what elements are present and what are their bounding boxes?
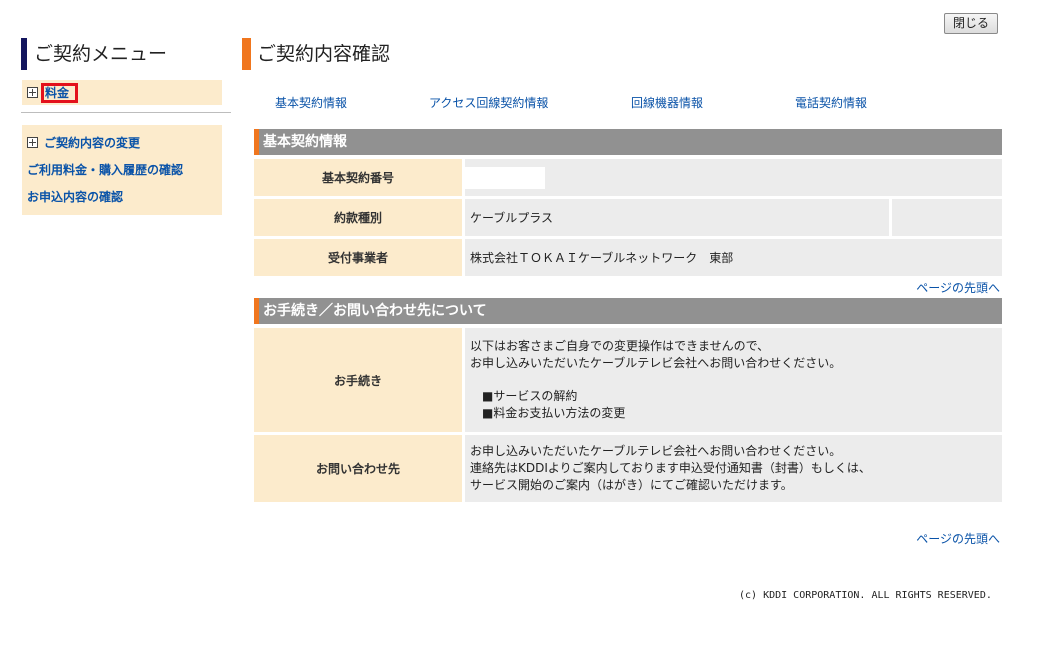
procedure-text: 以下はお客さまご自身での変更操作はできませんので、 お申し込みいただいたケーブル… bbox=[470, 338, 1002, 422]
procedure-bullet: ■サービスの解約 bbox=[482, 389, 578, 403]
table-row: 約款種別 ケーブルプラス bbox=[254, 199, 1002, 239]
sidebar-item-application-check[interactable]: お申込内容の確認 bbox=[22, 183, 222, 210]
contract-number-field bbox=[465, 166, 545, 189]
sidebar-divider bbox=[21, 112, 231, 113]
main-content: ご契約内容確認 基本契約情報 アクセス回線契約情報 回線機器情報 電話契約情報 … bbox=[242, 38, 1002, 546]
fee-highlight-box: 料金 bbox=[41, 82, 79, 103]
tab-basic-contract[interactable]: 基本契約情報 bbox=[275, 94, 347, 111]
sidebar-item-fee-label[interactable]: 料金 bbox=[45, 83, 69, 103]
procedure-line: 以下はお客さまご自身での変更操作はできませんので、 bbox=[470, 339, 770, 353]
back-to-top-link[interactable]: ページの先頭へ bbox=[916, 530, 1000, 547]
contact-line: 連絡先はKDDIよりご案内しております申込受付通知書（封書）もしくは、 bbox=[470, 461, 871, 475]
contact-text: お申し込みいただいたケーブルテレビ会社へお問い合わせください。 連絡先はKDDI… bbox=[470, 443, 1002, 494]
tab-access-line[interactable]: アクセス回線契約情報 bbox=[429, 94, 548, 111]
operator-value: 株式会社ＴＯＫＡＩケーブルネットワーク 東部 bbox=[465, 239, 1002, 279]
back-to-top-link[interactable]: ページの先頭へ bbox=[916, 279, 1000, 296]
terms-type-value: ケーブルプラス bbox=[465, 199, 892, 239]
section-tabs: 基本契約情報 アクセス回線契約情報 回線機器情報 電話契約情報 bbox=[242, 94, 1002, 110]
table-row: 基本契約番号 bbox=[254, 159, 1002, 199]
contract-number-value bbox=[465, 159, 1002, 199]
tab-line-equipment[interactable]: 回線機器情報 bbox=[631, 94, 703, 111]
procedure-value: 以下はお客さまご自身での変更操作はできませんので、 お申し込みいただいたケーブル… bbox=[465, 328, 1002, 435]
sidebar-title: ご契約メニュー bbox=[21, 38, 231, 70]
procedure-line: お申し込みいただいたケーブルテレビ会社へお問い合わせください。 bbox=[470, 356, 842, 370]
tab-phone-contract[interactable]: 電話契約情報 bbox=[795, 94, 867, 111]
page: 閉じる ご契約メニュー 料金 ご契約内容の変更 ご利用料金・購入履歴の確認 お申… bbox=[0, 0, 1049, 660]
sidebar-fee-box: 料金 bbox=[22, 80, 222, 105]
section-header-procedures: お手続き／お問い合わせ先について bbox=[254, 298, 1002, 324]
contact-line: サービス開始のご案内（はがき）にてご確認いただけます。 bbox=[470, 478, 793, 492]
procedure-label: お手続き bbox=[254, 328, 465, 435]
table-row: お問い合わせ先 お申し込みいただいたケーブルテレビ会社へお問い合わせください。 … bbox=[254, 435, 1002, 505]
copyright: (c) KDDI CORPORATION. ALL RIGHTS RESERVE… bbox=[739, 590, 992, 601]
page-title: ご契約内容確認 bbox=[242, 38, 1002, 70]
procedures-table: お手続き 以下はお客さまご自身での変更操作はできませんので、 お申し込みいただい… bbox=[254, 328, 1002, 505]
contact-label: お問い合わせ先 bbox=[254, 435, 465, 505]
contact-value: お申し込みいただいたケーブルテレビ会社へお問い合わせください。 連絡先はKDDI… bbox=[465, 435, 1002, 505]
terms-type-extra bbox=[892, 199, 1002, 239]
section-header-basic-contract: 基本契約情報 bbox=[254, 129, 1002, 155]
sidebar: ご契約メニュー 料金 ご契約内容の変更 ご利用料金・購入履歴の確認 お申込内容の… bbox=[21, 38, 231, 215]
sidebar-item-usage-history[interactable]: ご利用料金・購入履歴の確認 bbox=[22, 156, 222, 183]
sidebar-item-fee[interactable]: 料金 bbox=[27, 82, 79, 103]
expand-plus-icon[interactable] bbox=[27, 137, 38, 148]
close-button[interactable]: 閉じる bbox=[944, 13, 998, 34]
sidebar-menu-box: ご契約内容の変更 ご利用料金・購入履歴の確認 お申込内容の確認 bbox=[22, 125, 222, 215]
procedure-bullet: ■料金お支払い方法の変更 bbox=[482, 406, 626, 420]
terms-type-label: 約款種別 bbox=[254, 199, 465, 239]
sidebar-item-label[interactable]: お申込内容の確認 bbox=[27, 188, 123, 205]
sidebar-item-label[interactable]: ご利用料金・購入履歴の確認 bbox=[27, 161, 183, 178]
contact-line: お申し込みいただいたケーブルテレビ会社へお問い合わせください。 bbox=[470, 444, 842, 458]
sidebar-item-label[interactable]: ご契約内容の変更 bbox=[44, 134, 140, 151]
basic-contract-table: 基本契約番号 約款種別 ケーブルプラス 受付事業者 株式会社ＴＯＫＡＩケーブルネ… bbox=[254, 159, 1002, 279]
contract-number-label: 基本契約番号 bbox=[254, 159, 465, 199]
table-row: 受付事業者 株式会社ＴＯＫＡＩケーブルネットワーク 東部 bbox=[254, 239, 1002, 279]
sidebar-item-contract-change[interactable]: ご契約内容の変更 bbox=[22, 129, 222, 156]
expand-plus-icon[interactable] bbox=[27, 87, 38, 98]
table-row: お手続き 以下はお客さまご自身での変更操作はできませんので、 お申し込みいただい… bbox=[254, 328, 1002, 435]
operator-label: 受付事業者 bbox=[254, 239, 465, 279]
